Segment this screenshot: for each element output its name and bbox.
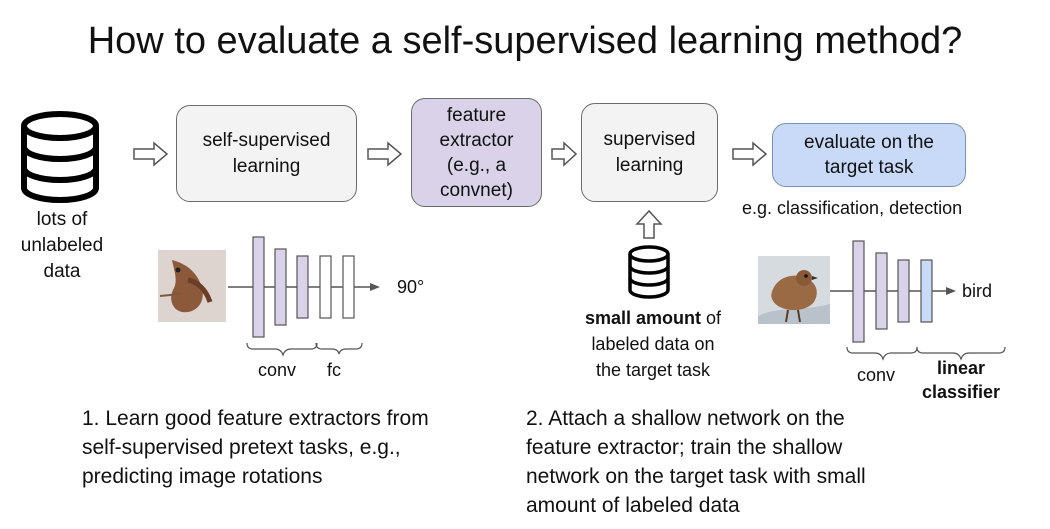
- frozen-conv-layer-3: [897, 259, 910, 323]
- bird-output-label: bird: [962, 281, 993, 301]
- linear-classifier-label: linear classifier: [921, 358, 1001, 402]
- frozen-conv-layer-2: [875, 252, 888, 330]
- step-one-text: 1. Learn good feature extractors from se…: [82, 407, 429, 488]
- linear-classifier-layer: [920, 259, 933, 323]
- frozen-conv-layer-1: [852, 240, 865, 343]
- step-two-text: 2. Attach a shallow network on the featu…: [526, 407, 866, 517]
- frozen-conv-label: conv: [857, 365, 896, 385]
